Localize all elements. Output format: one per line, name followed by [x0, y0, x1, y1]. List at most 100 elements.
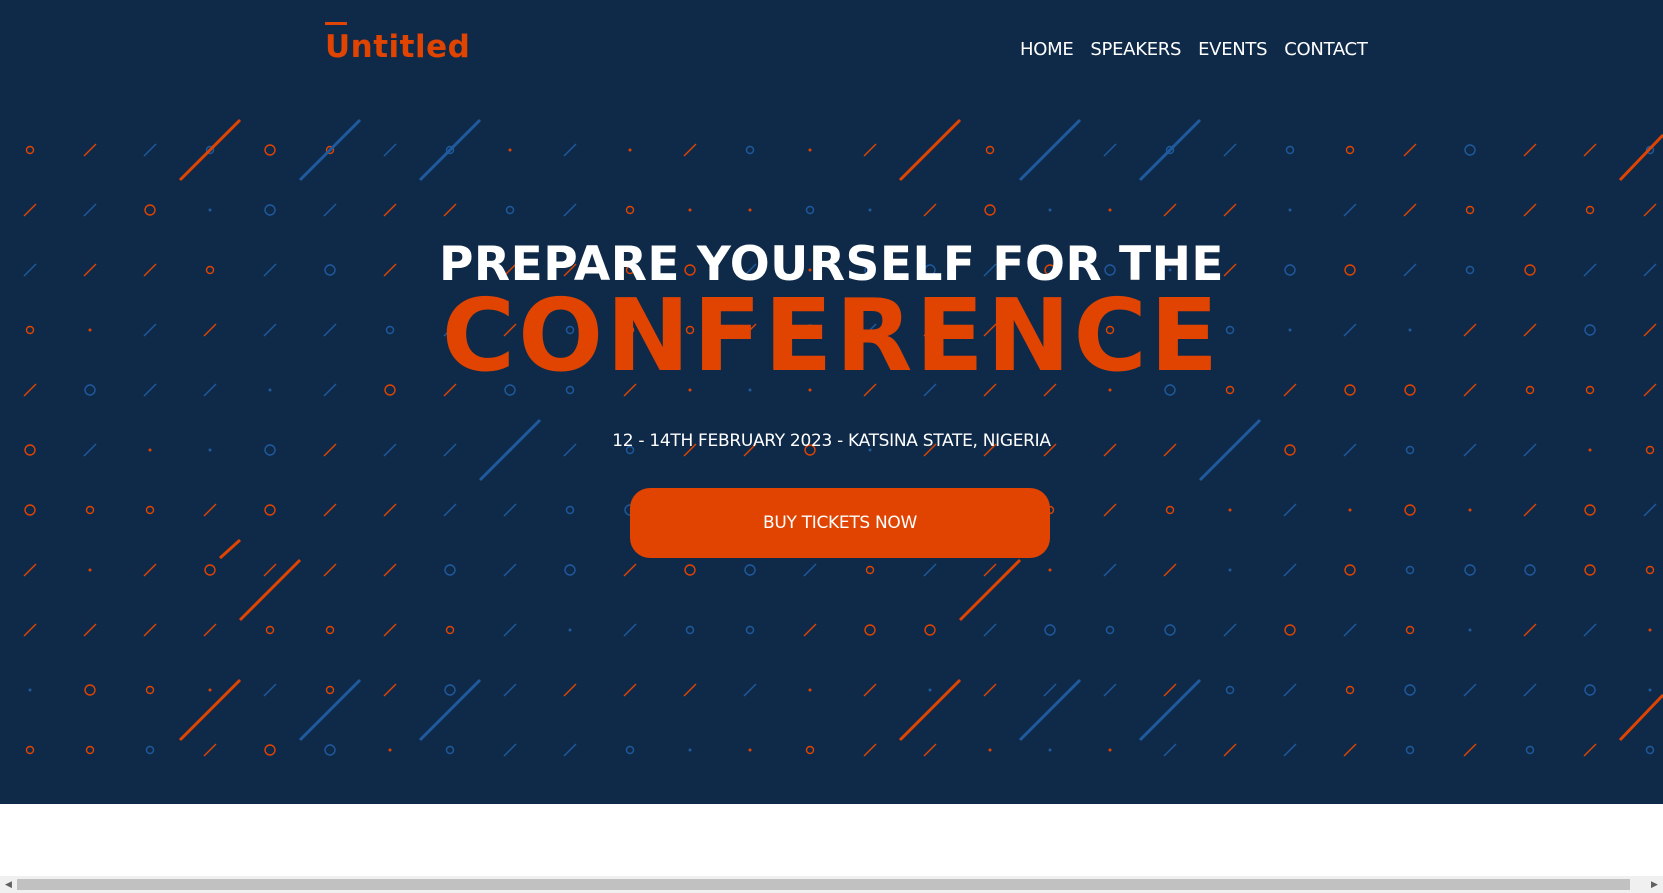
pattern-ring [1164, 624, 1176, 636]
nav-events[interactable]: EVENTS [1198, 38, 1267, 62]
pattern-dash [1223, 623, 1237, 637]
horizontal-scrollbar[interactable]: ◀ ▶ [0, 876, 1663, 893]
pattern-dash [803, 623, 817, 637]
pattern-long-line [898, 118, 962, 182]
pattern-dash [203, 503, 217, 517]
buy-tickets-button[interactable]: BUY TICKETS NOW [630, 488, 1050, 558]
pattern-dash [203, 623, 217, 637]
pattern-dot [688, 748, 692, 752]
pattern-ring [1405, 565, 1415, 575]
pattern-ring [1345, 685, 1355, 695]
pattern-ring [24, 504, 36, 516]
pattern-ring [264, 204, 276, 216]
pattern-dot [388, 748, 392, 752]
pattern-dot [1048, 568, 1052, 572]
pattern-dash [1583, 143, 1597, 157]
pattern-dash [623, 683, 637, 697]
pattern-dot [1048, 748, 1052, 752]
pattern-long-line [1138, 678, 1202, 742]
logo[interactable]: Untitled [325, 30, 470, 64]
pattern-ring [1345, 145, 1355, 155]
pattern-ring [264, 744, 276, 756]
hero-title: CONFERENCE [441, 277, 1222, 394]
pattern-dash [263, 563, 277, 577]
pattern-dash [623, 563, 637, 577]
pattern-ring [84, 684, 96, 696]
pattern-dash [503, 743, 517, 757]
pattern-ring [1645, 745, 1655, 755]
pattern-dash [863, 143, 877, 157]
pattern-ring [1225, 685, 1235, 695]
nav-speakers[interactable]: SPEAKERS [1090, 38, 1181, 62]
pattern-dot [1228, 508, 1232, 512]
pattern-dot [688, 208, 692, 212]
pattern-dash [1103, 683, 1117, 697]
pattern-ring [564, 564, 576, 576]
pattern-ring [444, 684, 456, 696]
pattern-long-line [298, 678, 362, 742]
pattern-long-line [418, 678, 482, 742]
pattern-ring [684, 564, 696, 576]
pattern-dot [868, 208, 872, 212]
pattern-ring [1524, 564, 1536, 576]
pattern-long-line [238, 558, 302, 622]
pattern-ring [25, 145, 35, 155]
pattern-dot [1468, 508, 1472, 512]
pattern-dash [83, 623, 97, 637]
pattern-ring [1584, 684, 1596, 696]
pattern-dash [1103, 143, 1117, 157]
pattern-ring [1584, 504, 1596, 516]
pattern-dot [808, 148, 812, 152]
pattern-ring [745, 625, 755, 635]
pattern-dash [383, 143, 397, 157]
pattern-dash [1403, 143, 1417, 157]
pattern-dash [923, 203, 937, 217]
pattern-ring [1405, 625, 1415, 635]
pattern-dash [563, 743, 577, 757]
pattern-dot [988, 748, 992, 752]
background-pattern [23, 118, 1663, 757]
event-date-location: 12 - 14TH FEBRUARY 2023 - KATSINA STATE,… [612, 431, 1051, 451]
pattern-dash [983, 683, 997, 697]
scrollbar-thumb[interactable] [17, 879, 1630, 890]
pattern-ring [1465, 205, 1475, 215]
pattern-ring [264, 504, 276, 516]
pattern-long-line [418, 118, 482, 182]
pattern-dash [1463, 743, 1477, 757]
pattern-dash [563, 683, 577, 697]
pattern-long-line [1618, 133, 1663, 182]
pattern-dash [743, 683, 757, 697]
pattern-ring [444, 564, 456, 576]
pattern-long-line [1018, 678, 1082, 742]
pattern-dash [803, 563, 817, 577]
pattern-dot [208, 208, 212, 212]
pattern-dash [1283, 503, 1297, 517]
pattern-ring [565, 505, 575, 515]
nav-home[interactable]: HOME [1020, 38, 1074, 62]
pattern-dash [1283, 563, 1297, 577]
arrow-left-icon[interactable]: ◀ [0, 876, 17, 893]
arrow-right-icon[interactable]: ▶ [1646, 876, 1663, 893]
pattern-dot [1048, 208, 1052, 212]
pattern-ring [745, 145, 755, 155]
pattern-dash [443, 203, 457, 217]
pattern-ring [924, 624, 936, 636]
pattern-dash [1163, 683, 1177, 697]
pattern-dash [1523, 623, 1537, 637]
pattern-dash [983, 623, 997, 637]
pattern-dot [568, 628, 572, 632]
pattern-long-line [298, 118, 362, 182]
pattern-dash [863, 743, 877, 757]
pattern-ring [1344, 564, 1356, 576]
pattern-dot [748, 748, 752, 752]
pattern-dash [1523, 683, 1537, 697]
pattern-dash [143, 563, 157, 577]
pattern-dash [923, 563, 937, 577]
pattern-ring [1404, 504, 1416, 516]
pattern-dash [203, 743, 217, 757]
pattern-ring [1285, 145, 1295, 155]
pattern-ring [625, 205, 635, 215]
nav-contact[interactable]: CONTACT [1284, 38, 1368, 62]
pattern-dash [323, 203, 337, 217]
pattern-dash [1223, 143, 1237, 157]
